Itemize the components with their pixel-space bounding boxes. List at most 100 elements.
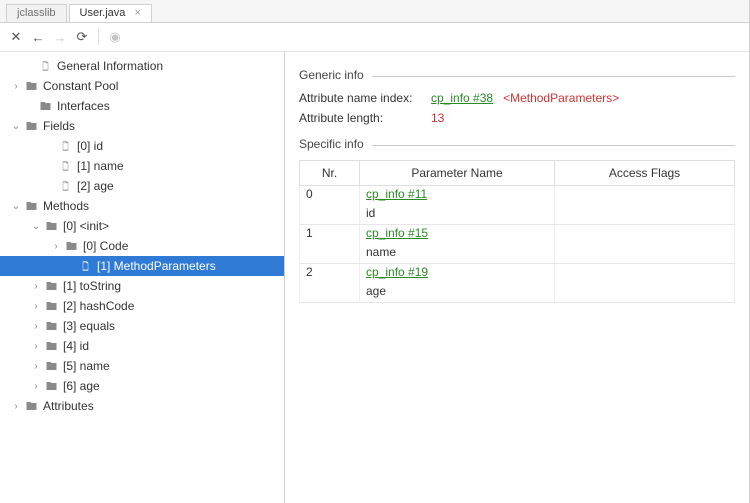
tree-label: [2] age: [77, 179, 114, 193]
tree-item-method-id[interactable]: [4] id: [0, 336, 284, 356]
folder-icon: [44, 339, 58, 353]
cpinfo-link[interactable]: cp_info #19: [366, 265, 428, 279]
tab-label: User.java: [80, 7, 126, 19]
tab-jclasslib[interactable]: jclasslib: [6, 4, 67, 22]
tab-label: jclasslib: [17, 7, 56, 19]
chevron-right-icon[interactable]: [29, 299, 43, 313]
table-row[interactable]: 2 cp_info #19: [300, 264, 735, 284]
tree-item-attributes[interactable]: Attributes: [0, 396, 284, 416]
cell-nr: 1: [300, 225, 360, 245]
folder-icon: [24, 399, 38, 413]
tree-item-interfaces[interactable]: Interfaces: [0, 96, 284, 116]
chevron-right-icon[interactable]: [29, 379, 43, 393]
refresh-icon[interactable]: ⟳: [74, 29, 90, 45]
page-icon: [58, 179, 72, 193]
chevron-right-icon[interactable]: [49, 239, 63, 253]
tree-item-field-id[interactable]: [0] id: [0, 136, 284, 156]
tree-label: [0] Code: [83, 239, 128, 253]
tab-bar: jclasslib User.java ×: [0, 0, 749, 23]
folder-icon: [44, 319, 58, 333]
tree-label: Methods: [43, 199, 89, 213]
tab-user-java[interactable]: User.java ×: [69, 4, 152, 22]
expand-icon: [63, 259, 77, 273]
chevron-right-icon[interactable]: [29, 279, 43, 293]
expand-icon: [43, 139, 57, 153]
table-row[interactable]: age: [300, 283, 735, 303]
chevron-right-icon[interactable]: [9, 79, 23, 93]
tree-label: [3] equals: [63, 319, 115, 333]
chevron-right-icon[interactable]: [29, 319, 43, 333]
browser-icon[interactable]: ◉: [107, 29, 123, 45]
tree-item-field-age[interactable]: [2] age: [0, 176, 284, 196]
tree-item-method-age[interactable]: [6] age: [0, 376, 284, 396]
cell-flags: [555, 225, 735, 245]
tree-label: [2] hashCode: [63, 299, 134, 313]
chevron-down-icon[interactable]: [9, 199, 23, 213]
tree-label: Interfaces: [57, 99, 110, 113]
attr-name-index-row: Attribute name index: cp_info #38 <Metho…: [299, 91, 735, 105]
attr-name-index-label: Attribute name index:: [299, 91, 431, 105]
tree-label: [0] id: [77, 139, 103, 153]
tree-item-constant-pool[interactable]: Constant Pool: [0, 76, 284, 96]
folder-icon: [44, 379, 58, 393]
cell-nr: 2: [300, 264, 360, 284]
tree-item-init-code[interactable]: [0] Code: [0, 236, 284, 256]
col-nr[interactable]: Nr.: [300, 161, 360, 186]
cell-param-name: id: [360, 205, 555, 225]
close-icon[interactable]: ✕: [8, 29, 24, 45]
chevron-right-icon[interactable]: [29, 339, 43, 353]
chevron-down-icon[interactable]: [9, 119, 23, 133]
folder-icon: [44, 359, 58, 373]
expand-icon: [23, 59, 37, 73]
folder-icon: [24, 119, 38, 133]
tree-item-method-equals[interactable]: [3] equals: [0, 316, 284, 336]
tree-label: Attributes: [43, 399, 94, 413]
tree-item-init-methodparameters[interactable]: [1] MethodParameters: [0, 256, 284, 276]
table-row[interactable]: id: [300, 205, 735, 225]
structure-tree[interactable]: General Information Constant Pool Interf…: [0, 52, 285, 503]
expand-icon: [23, 99, 37, 113]
chevron-right-icon[interactable]: [29, 359, 43, 373]
tree-item-general-information[interactable]: General Information: [0, 56, 284, 76]
page-icon: [58, 159, 72, 173]
cpinfo-link[interactable]: cp_info #11: [366, 187, 427, 201]
forward-icon[interactable]: →: [52, 29, 68, 45]
table-row[interactable]: name: [300, 244, 735, 264]
tree-item-field-name[interactable]: [1] name: [0, 156, 284, 176]
tree-label: [1] name: [77, 159, 124, 173]
expand-icon: [43, 179, 57, 193]
tree-label: [5] name: [63, 359, 110, 373]
page-icon: [58, 139, 72, 153]
tree-item-method-hashcode[interactable]: [2] hashCode: [0, 296, 284, 316]
chevron-down-icon[interactable]: [29, 219, 43, 233]
col-flags[interactable]: Access Flags: [555, 161, 735, 186]
toolbar: ✕ ← → ⟳ ◉: [0, 23, 749, 52]
tree-label: [4] id: [63, 339, 89, 353]
col-pname[interactable]: Parameter Name: [360, 161, 555, 186]
section-title: Specific info: [299, 137, 372, 151]
detail-pane: Generic info Attribute name index: cp_in…: [285, 52, 749, 503]
tree-item-methods[interactable]: Methods: [0, 196, 284, 216]
tree-item-method-name[interactable]: [5] name: [0, 356, 284, 376]
tree-item-fields[interactable]: Fields: [0, 116, 284, 136]
tree-item-method-tostring[interactable]: [1] toString: [0, 276, 284, 296]
table-row[interactable]: 1 cp_info #15: [300, 225, 735, 245]
close-icon[interactable]: ×: [134, 7, 140, 19]
tree-item-method-init[interactable]: [0] <init>: [0, 216, 284, 236]
folder-icon: [24, 199, 38, 213]
tree-label: [1] toString: [63, 279, 121, 293]
section-title: Generic info: [299, 68, 372, 82]
cpinfo-link[interactable]: cp_info #15: [366, 226, 428, 240]
folder-icon: [24, 79, 38, 93]
section-specific-info: Specific info: [299, 145, 735, 146]
attr-length-row: Attribute length: 13: [299, 111, 735, 125]
back-icon[interactable]: ←: [30, 29, 46, 45]
tree-label: General Information: [57, 59, 163, 73]
chevron-right-icon[interactable]: [9, 399, 23, 413]
attr-name-index-link[interactable]: cp_info #38: [431, 91, 493, 105]
attr-length-label: Attribute length:: [299, 111, 431, 125]
folder-icon: [38, 99, 52, 113]
table-row[interactable]: 0 cp_info #11: [300, 186, 735, 206]
cell-flags: [555, 264, 735, 284]
tree-label: Constant Pool: [43, 79, 118, 93]
